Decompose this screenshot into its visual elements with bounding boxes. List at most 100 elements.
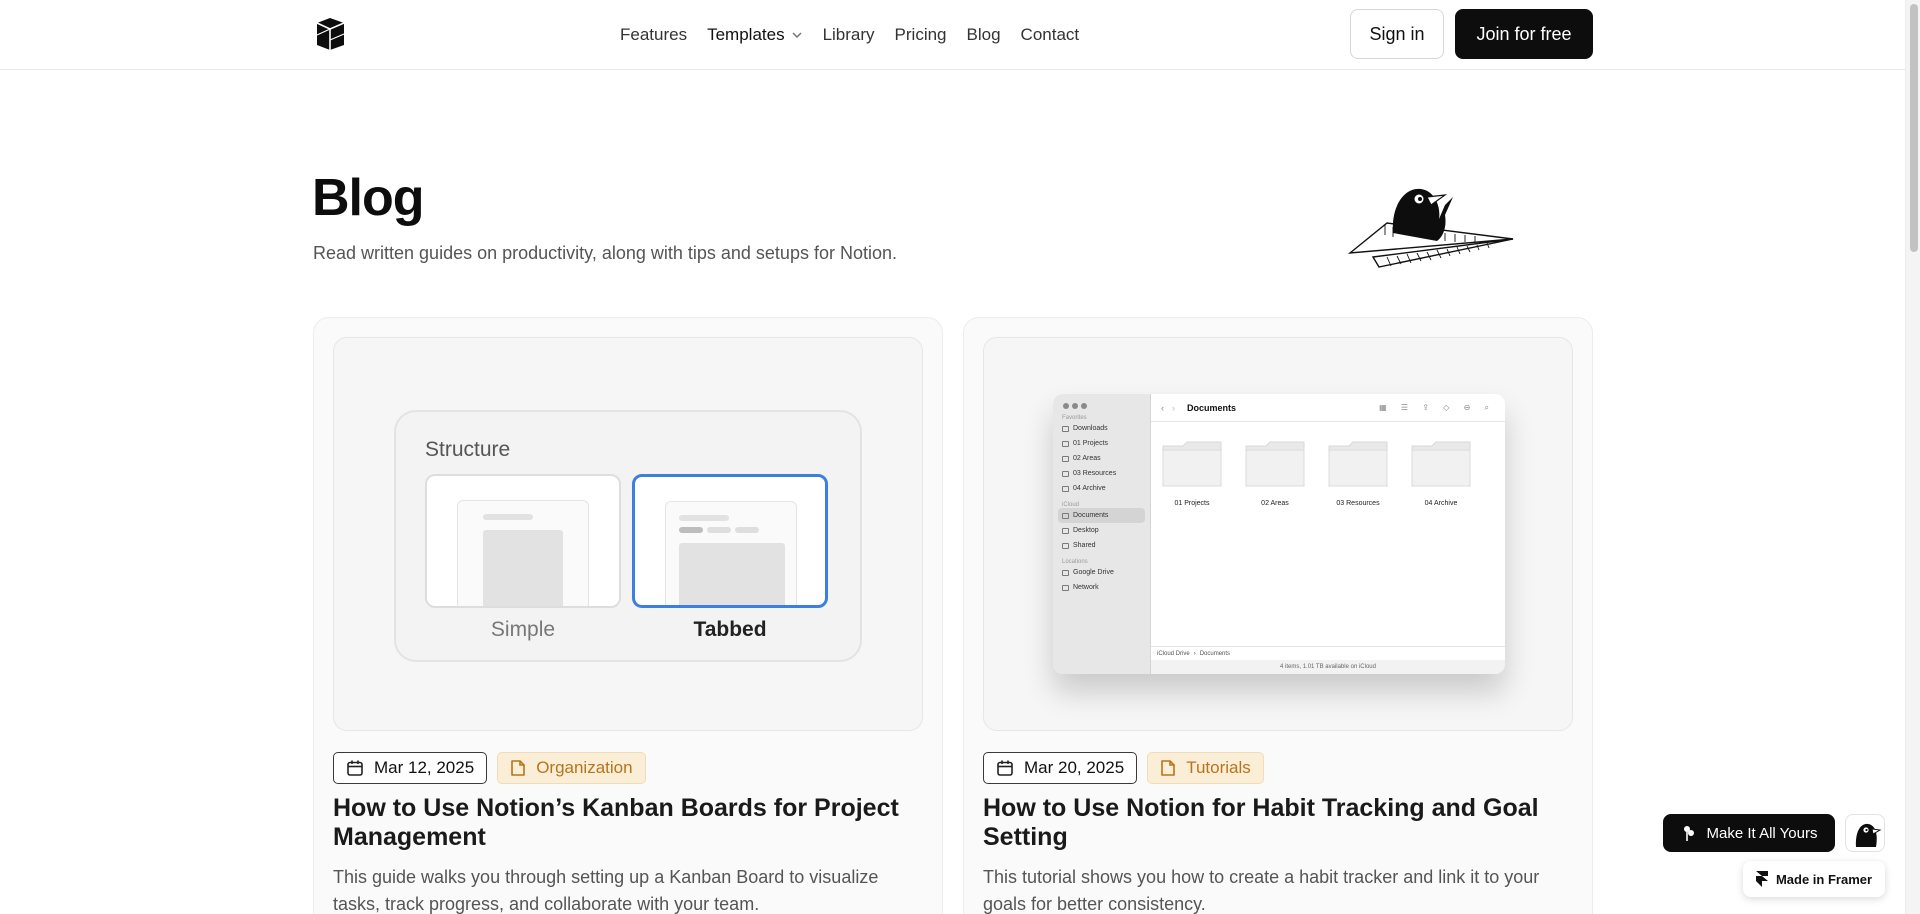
sidebar-item-label: Desktop <box>1073 527 1099 534</box>
sidebar-item-label: Documents <box>1073 512 1109 519</box>
option-tabbed-label: Tabbed <box>693 618 767 641</box>
folder-icon <box>1062 485 1069 492</box>
structure-option-simple <box>425 474 621 608</box>
nav-pricing-label: Pricing <box>894 25 947 44</box>
date-badge: Mar 12, 2025 <box>333 752 488 784</box>
post-thumbnail[interactable]: Favorites Downloads 01 Projects 02 Areas… <box>983 337 1573 731</box>
nav-blog[interactable]: Blog <box>967 25 1001 45</box>
finder-path-bar: iCloud Drive › Documents <box>1151 646 1505 660</box>
nav-templates[interactable]: Templates <box>707 25 802 45</box>
shared-folder-icon <box>1062 542 1069 549</box>
folder-item: 04 Archive <box>1410 438 1472 507</box>
make-it-all-yours-label: Make It All Yours <box>1706 824 1818 842</box>
sidebar-item: Downloads <box>1053 421 1150 436</box>
calendar-icon <box>997 760 1013 776</box>
path-separator-icon: › <box>1193 650 1196 657</box>
made-in-framer-label: Made in Framer <box>1775 871 1873 887</box>
finder-sidebar: Favorites Downloads 01 Projects 02 Areas… <box>1053 394 1151 674</box>
nav-contact-label: Contact <box>1020 25 1080 44</box>
sidebar-item-label: Shared <box>1073 542 1096 549</box>
folder-icon <box>1162 441 1222 487</box>
sidebar-item-label: Network <box>1073 584 1099 591</box>
blog-post-card[interactable]: Structure Simple Tabbed Mar 12, 2025 Org… <box>313 317 943 914</box>
document-icon <box>1062 512 1069 519</box>
globe-icon <box>1062 584 1069 591</box>
post-thumbnail[interactable]: Structure Simple Tabbed <box>333 337 923 731</box>
structure-panel: Structure Simple Tabbed <box>394 410 862 662</box>
sidebar-item: Shared <box>1053 538 1150 553</box>
post-description: This guide walks you through setting up … <box>333 867 879 914</box>
sidebar-item-label: 04 Archive <box>1073 485 1106 492</box>
main-nav: Features Templates Library Pricing Blog … <box>620 0 1079 70</box>
sidebar-item: Documents <box>1058 508 1145 523</box>
flower-icon <box>1683 826 1694 841</box>
nav-library[interactable]: Library <box>823 25 875 45</box>
structure-heading: Structure <box>425 438 511 461</box>
date-badge: Mar 20, 2025 <box>983 752 1138 784</box>
join-for-free-button[interactable]: Join for free <box>1455 9 1593 59</box>
document-icon <box>1161 760 1175 776</box>
sidebar-item: Google Drive <box>1053 565 1150 580</box>
finder-content: ‹ › Documents ▦ ☰ ⇪ ◇ ⊖ ⌕ 01 Projects 02… <box>1151 394 1505 674</box>
sidebar-item: Desktop <box>1053 523 1150 538</box>
page-title: Blog <box>312 169 425 227</box>
calendar-icon <box>347 760 363 776</box>
nav-features[interactable]: Features <box>620 25 687 45</box>
made-in-framer-badge[interactable]: Made in Framer <box>1743 861 1885 897</box>
post-description: This tutorial shows you how to create a … <box>983 867 1540 914</box>
post-title[interactable]: How to Use Notion for Habit Tracking and… <box>983 794 1563 852</box>
folder-item: 01 Projects <box>1161 438 1223 507</box>
nav-blog-label: Blog <box>966 25 1001 44</box>
sidebar-item: 02 Areas <box>1053 451 1150 466</box>
folder-icon <box>1411 441 1471 487</box>
folder-label: 03 Resources <box>1336 500 1380 507</box>
folder-icon <box>1062 440 1069 447</box>
sidebar-item-label: 03 Resources <box>1073 470 1117 477</box>
finder-status-bar: 4 items, 1.01 TB available on iCloud <box>1151 660 1505 674</box>
post-date: Mar 20, 2025 <box>1024 758 1125 777</box>
folder-label: 04 Archive <box>1424 500 1458 507</box>
nav-templates-label: Templates <box>707 25 785 44</box>
path-segment: Documents <box>1199 650 1231 657</box>
nav-pricing[interactable]: Pricing <box>895 25 947 45</box>
page-subtitle: Read written guides on productivity, alo… <box>313 243 897 263</box>
folder-icon <box>1062 425 1069 432</box>
blog-post-card[interactable]: Favorites Downloads 01 Projects 02 Areas… <box>963 317 1593 914</box>
sign-in-button[interactable]: Sign in <box>1350 9 1444 59</box>
bird-on-paper-plane-illustration <box>1347 188 1514 268</box>
make-it-all-yours-button[interactable]: Make It All Yours <box>1663 814 1835 852</box>
folder-icon <box>1328 441 1388 487</box>
sidebar-item-label: 01 Projects <box>1073 440 1109 447</box>
site-header: Features Templates Library Pricing Blog … <box>0 0 1905 70</box>
folder-item: 02 Areas <box>1244 438 1306 507</box>
folder-item: 03 Resources <box>1327 438 1389 507</box>
chevron-down-icon <box>792 32 802 39</box>
post-meta: Mar 20, 2025 Tutorials <box>983 752 1264 784</box>
scrollbar-thumb[interactable] <box>1910 4 1918 252</box>
option-simple-label: Simple <box>490 618 556 641</box>
finder-window-title: Documents <box>1187 402 1237 413</box>
category-badge[interactable]: Organization <box>497 752 646 784</box>
finder-window-illustration: Favorites Downloads 01 Projects 02 Areas… <box>1053 394 1505 674</box>
category-badge[interactable]: Tutorials <box>1147 752 1264 784</box>
bird-icon <box>1855 823 1882 847</box>
sidebar-item: Network <box>1053 580 1150 595</box>
framer-icon <box>1755 871 1768 887</box>
folder-icon <box>1062 470 1069 477</box>
desktop-icon <box>1062 527 1069 534</box>
bird-avatar-button[interactable] <box>1845 814 1885 852</box>
nav-library-label: Library <box>822 25 875 44</box>
nav-contact[interactable]: Contact <box>1021 25 1080 45</box>
folder-label: 02 Areas <box>1261 500 1289 507</box>
finder-toolbar: ‹ › Documents ▦ ☰ ⇪ ◇ ⊖ ⌕ <box>1151 394 1505 422</box>
post-date: Mar 12, 2025 <box>374 758 475 777</box>
cube-logo-icon[interactable] <box>313 16 347 52</box>
path-segment: iCloud Drive <box>1157 650 1190 657</box>
sidebar-item: 01 Projects <box>1053 436 1150 451</box>
drive-icon <box>1062 569 1069 576</box>
page-scrollbar[interactable] <box>1905 0 1920 914</box>
sidebar-item-label: 02 Areas <box>1073 455 1101 462</box>
post-title[interactable]: How to Use Notion’s Kanban Boards for Pr… <box>333 794 913 852</box>
forward-icon: › <box>1172 402 1175 413</box>
structure-option-tabbed <box>632 474 828 608</box>
